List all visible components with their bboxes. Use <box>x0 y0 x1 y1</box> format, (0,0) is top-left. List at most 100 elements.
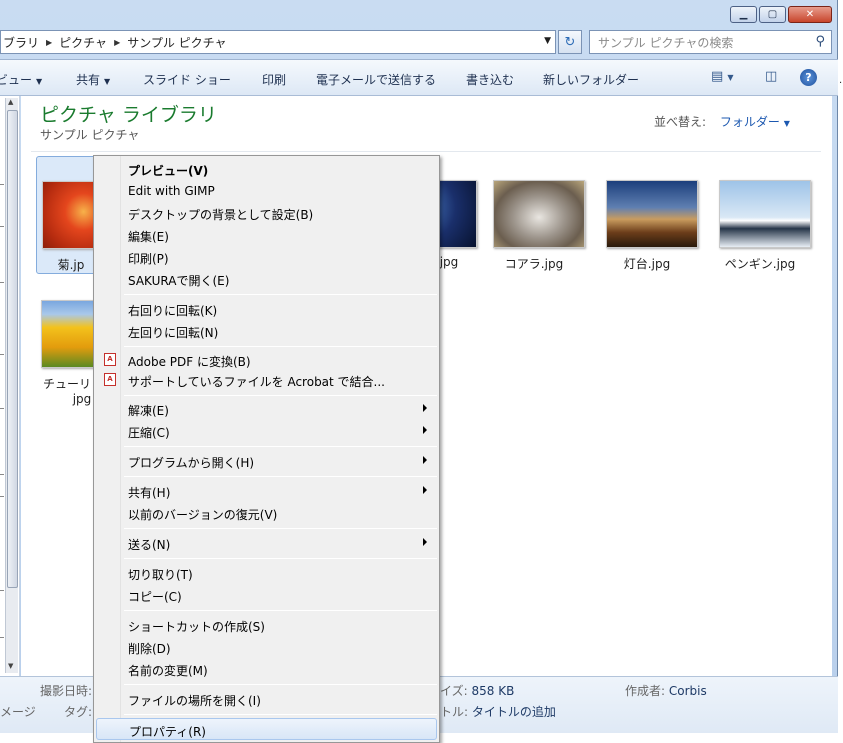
menu-item-label: 削除(D) <box>128 642 171 656</box>
nav-tree-fragment <box>0 226 4 227</box>
menu-item-properties[interactable]: プロパティ(R) <box>96 718 437 740</box>
size-label: イズ: <box>440 684 468 698</box>
menu-item-open-with-sakura[interactable]: SAKURAで開く(E) <box>96 268 437 290</box>
refresh-icon: ↻ <box>564 34 576 50</box>
burn-button[interactable]: 書き込む <box>466 71 514 88</box>
help-icon[interactable]: ? <box>800 69 817 86</box>
close-button[interactable]: ✕ <box>788 6 832 23</box>
menu-separator <box>124 558 437 559</box>
preview-pane-icon[interactable]: ◫ <box>765 69 777 84</box>
menu-item-preview[interactable]: プレビュー(V) <box>96 158 437 180</box>
address-dropdown-icon[interactable]: ▼ <box>544 36 551 46</box>
menu-separator <box>124 294 437 295</box>
menu-item-label: 以前のバージョンの復元(V) <box>128 508 278 522</box>
submenu-arrow-icon <box>423 538 427 546</box>
scroll-up-icon[interactable]: ▲ <box>8 98 13 106</box>
new-folder-button[interactable]: 新しいフォルダー <box>543 71 639 88</box>
menu-item-restore-previous-versions[interactable]: 以前のバージョンの復元(V) <box>96 502 437 524</box>
menu-item-rotate-right[interactable]: 右回りに回転(K) <box>96 298 437 320</box>
sort-control[interactable]: 並べ替え: フォルダー ▼ <box>654 113 790 130</box>
menu-item-print[interactable]: 印刷(P) <box>96 246 437 268</box>
print-button[interactable]: 印刷 <box>262 71 286 88</box>
nav-scrollbar-thumb[interactable] <box>7 110 18 588</box>
search-icon[interactable]: ⚲ <box>815 34 825 49</box>
sort-label: 並べ替え: <box>654 115 707 129</box>
breadcrumb-sample-pictures[interactable]: サンプル ピクチャ <box>127 34 226 51</box>
menu-item-send-to[interactable]: 送る(N) <box>96 532 437 554</box>
search-placeholder: サンプル ピクチャの検索 <box>598 35 734 50</box>
menu-separator <box>124 610 437 611</box>
file-item-koala[interactable]: コアラ.jpg <box>480 156 588 274</box>
chevron-down-icon: ▼ <box>783 119 790 128</box>
menu-item-label: プロパティ(R) <box>129 725 206 739</box>
menu-item-rename[interactable]: 名前の変更(M) <box>96 658 437 680</box>
file-item-penguins[interactable]: ペンギン.jpg <box>706 156 814 274</box>
menu-item-label: ファイルの場所を開く(I) <box>128 694 261 708</box>
close-icon: ✕ <box>805 9 815 20</box>
refresh-button[interactable]: ↻ <box>558 30 582 54</box>
breadcrumb-separator-icon[interactable]: ▶ <box>114 38 120 47</box>
menu-item-copy[interactable]: コピー(C) <box>96 584 437 606</box>
maximize-button[interactable]: ▢ <box>759 6 786 23</box>
menu-separator <box>124 395 437 396</box>
nav-tree-fragment <box>0 474 4 475</box>
maximize-icon: ▢ <box>767 9 778 20</box>
date-taken-label: 撮影日時: <box>40 684 93 698</box>
menu-separator <box>124 446 437 447</box>
chevron-down-icon: ▼ <box>104 77 111 86</box>
search-input[interactable]: サンプル ピクチャの検索 ⚲ <box>589 30 832 54</box>
menu-item-edit[interactable]: 編集(E) <box>96 224 437 246</box>
author-label: 作成者: <box>625 684 666 698</box>
author-field: 作成者: Corbis <box>625 682 707 699</box>
share-menu[interactable]: 共有 ▼ <box>76 71 110 88</box>
koala-image[interactable] <box>493 180 585 248</box>
menu-item-edit-with-gimp[interactable]: Edit with GIMP <box>96 180 437 202</box>
nav-tree-fragment <box>0 184 4 185</box>
chevron-down-icon: ▼ <box>36 77 43 86</box>
nav-tree-fragment <box>0 354 4 355</box>
author-value[interactable]: Corbis <box>669 684 707 698</box>
menu-item-combine-in-acrobat[interactable]: A サポートしているファイルを Acrobat で結合... <box>96 369 437 391</box>
nav-tree-fragment <box>0 637 4 638</box>
menu-item-label: ショートカットの作成(S) <box>128 620 265 634</box>
submenu-arrow-icon <box>423 426 427 434</box>
menu-item-delete[interactable]: 削除(D) <box>96 636 437 658</box>
menu-item-open-file-location[interactable]: ファイルの場所を開く(I) <box>96 688 437 710</box>
breadcrumb-pictures[interactable]: ピクチャ <box>59 34 107 51</box>
menu-item-extract[interactable]: 解凍(E) <box>96 398 437 420</box>
menu-item-rotate-left[interactable]: 左回りに回転(N) <box>96 320 437 342</box>
menu-item-cut[interactable]: 切り取り(T) <box>96 562 437 584</box>
breadcrumb-library[interactable]: ブラリ <box>3 34 39 51</box>
address-bar[interactable]: ブラリ ▶ ピクチャ ▶ サンプル ピクチャ ▼ <box>0 30 556 54</box>
lighthouse-image[interactable] <box>606 180 698 248</box>
title-label: トル: <box>440 705 469 719</box>
sort-value[interactable]: フォルダー ▼ <box>720 115 790 129</box>
menu-item-share[interactable]: 共有(H) <box>96 480 437 502</box>
menu-item-create-shortcut[interactable]: ショートカットの作成(S) <box>96 614 437 636</box>
slideshow-button[interactable]: スライド ショー <box>143 71 231 88</box>
scroll-down-icon[interactable]: ▼ <box>8 662 13 670</box>
menu-item-label: 右回りに回転(K) <box>128 304 218 318</box>
menu-item-convert-to-pdf[interactable]: A Adobe PDF に変換(B) <box>96 349 437 371</box>
menu-item-label: デスクトップの背景として設定(B) <box>128 208 314 222</box>
menu-item-set-desktop-background[interactable]: デスクトップの背景として設定(B) <box>96 202 437 224</box>
menu-item-label: プログラムから開く(H) <box>128 456 255 470</box>
breadcrumb-separator-icon[interactable]: ▶ <box>46 38 52 47</box>
outside-mark: . <box>839 75 843 86</box>
minimize-button[interactable]: ▁ <box>730 6 757 23</box>
library-subtitle: サンプル ピクチャ <box>40 128 140 142</box>
email-button[interactable]: 電子メールで送信する <box>316 71 436 88</box>
menu-item-label: Edit with GIMP <box>128 184 215 198</box>
menu-item-label: 左回りに回転(N) <box>128 326 219 340</box>
menu-item-compress[interactable]: 圧縮(C) <box>96 420 437 442</box>
adobe-pdf-icon: A <box>104 353 116 366</box>
penguins-image[interactable] <box>719 180 811 248</box>
menu-item-open-with[interactable]: プログラムから開く(H) <box>96 450 437 472</box>
nav-tree-fragment <box>0 282 4 283</box>
view-options-icon[interactable]: ▤ ▼ <box>711 69 734 84</box>
file-label: 灯台.jpg <box>623 257 671 271</box>
file-item-lighthouse[interactable]: 灯台.jpg <box>593 156 701 274</box>
menu-separator <box>124 346 437 347</box>
view-menu[interactable]: ビュー ▼ <box>0 71 42 88</box>
title-value[interactable]: タイトルの追加 <box>472 705 556 719</box>
